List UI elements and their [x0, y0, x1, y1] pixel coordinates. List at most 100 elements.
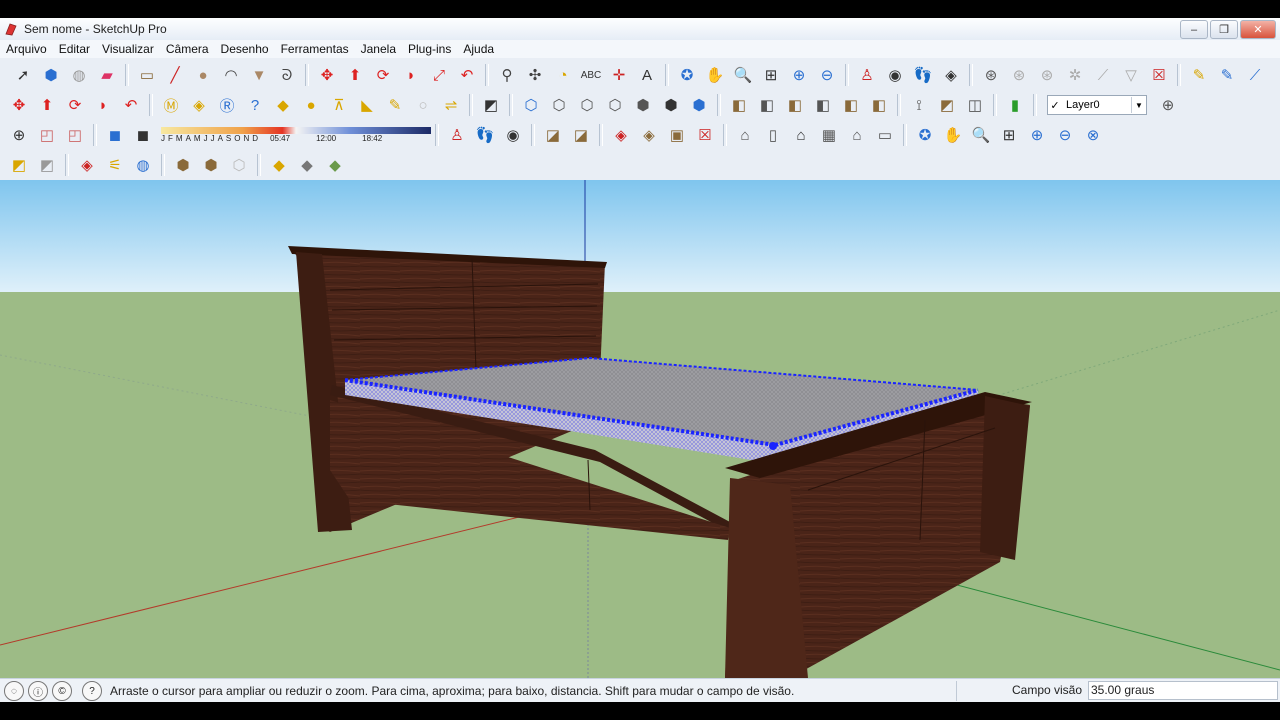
- shadow-settings-icon[interactable]: ◼: [102, 122, 128, 148]
- sandbox-from-scratch-icon[interactable]: ⊛: [1006, 62, 1032, 88]
- house-view-6-icon[interactable]: ▭: [872, 122, 898, 148]
- menu-janela[interactable]: Janela: [355, 42, 402, 56]
- toggle-terrain-icon[interactable]: ⚟: [102, 152, 128, 178]
- top-view-icon[interactable]: ⬡: [546, 92, 572, 118]
- sphere-icon[interactable]: ●: [298, 92, 324, 118]
- solid-intersect-icon[interactable]: ◩: [934, 92, 960, 118]
- compass-icon[interactable]: ⊕: [6, 122, 32, 148]
- components-icon[interactable]: ◈: [186, 92, 212, 118]
- pan-icon-2[interactable]: ✋: [940, 122, 966, 148]
- offset-icon-2[interactable]: ↶: [118, 92, 144, 118]
- tape-measure-icon[interactable]: ⚲: [494, 62, 520, 88]
- section-cut-icon[interactable]: ◪: [540, 122, 566, 148]
- orbit-icon-2[interactable]: ✪: [912, 122, 938, 148]
- zoom-extents-icon[interactable]: ⊕: [786, 62, 812, 88]
- pan-icon[interactable]: ✋: [702, 62, 728, 88]
- back-view-icon[interactable]: ⬢: [630, 92, 656, 118]
- look-around-icon[interactable]: ◉: [882, 62, 908, 88]
- google-earth-icon[interactable]: ◍: [130, 152, 156, 178]
- menu-visualizar[interactable]: Visualizar: [96, 42, 160, 56]
- render-icon[interactable]: Ⓡ: [214, 92, 240, 118]
- xray-style-icon[interactable]: ◧: [866, 92, 892, 118]
- rectangle-icon[interactable]: ▭: [134, 62, 160, 88]
- geo-location-status-icon[interactable]: ◌: [4, 681, 24, 701]
- circle-icon[interactable]: ●: [190, 62, 216, 88]
- walk-footprints-icon[interactable]: 👣: [472, 122, 498, 148]
- move-icon-2[interactable]: ✥: [6, 92, 32, 118]
- materials-icon[interactable]: Ⓜ: [158, 92, 184, 118]
- arc-icon[interactable]: ◠: [218, 62, 244, 88]
- front-view-icon[interactable]: ⬡: [574, 92, 600, 118]
- house-view-2-icon[interactable]: ▯: [760, 122, 786, 148]
- hidden-line-icon[interactable]: ◧: [754, 92, 780, 118]
- solid-union-icon[interactable]: ⟟: [906, 92, 932, 118]
- zoom-window-icon[interactable]: ⊞: [758, 62, 784, 88]
- menu-plugins[interactable]: Plug-ins: [402, 42, 457, 56]
- light-icon[interactable]: ⊼: [326, 92, 352, 118]
- menu-editar[interactable]: Editar: [53, 42, 96, 56]
- share-model-icon[interactable]: ✎: [1214, 62, 1240, 88]
- sandbox-from-contours-icon[interactable]: ⊛: [978, 62, 1004, 88]
- make-component-icon[interactable]: ⬢: [38, 62, 64, 88]
- omni-light-icon[interactable]: ✎: [382, 92, 408, 118]
- layers-panel-icon[interactable]: ⊕: [1155, 92, 1181, 118]
- follow-me-icon[interactable]: ◗: [398, 62, 424, 88]
- warehouse-red-icon[interactable]: ◈: [608, 122, 634, 148]
- paint-bucket-icon[interactable]: ◍: [66, 62, 92, 88]
- line-icon[interactable]: ╱: [162, 62, 188, 88]
- move-icon[interactable]: ✥: [314, 62, 340, 88]
- sun-icon[interactable]: ○: [410, 92, 436, 118]
- sandbox-contours-icon[interactable]: ◩: [6, 152, 32, 178]
- previous-view-icon-2[interactable]: ⊖: [1052, 122, 1078, 148]
- warehouse-x-icon[interactable]: ☒: [692, 122, 718, 148]
- house-view-5-icon[interactable]: ⌂: [844, 122, 870, 148]
- follow-me-icon-2[interactable]: ◗: [90, 92, 116, 118]
- house-view-1-icon[interactable]: ⌂: [732, 122, 758, 148]
- fog-icon[interactable]: ⇌: [438, 92, 464, 118]
- house-view-4-icon[interactable]: ▦: [816, 122, 842, 148]
- add-location-icon[interactable]: ◈: [74, 152, 100, 178]
- sandbox-grid-icon[interactable]: ◩: [34, 152, 60, 178]
- chevron-down-icon[interactable]: ▼: [1131, 97, 1146, 113]
- display-shadows-icon[interactable]: ◼: [130, 122, 156, 148]
- wireframe-icon[interactable]: ◧: [726, 92, 752, 118]
- solid-subtract-icon[interactable]: ◫: [962, 92, 988, 118]
- menu-camera[interactable]: Câmera: [160, 42, 215, 56]
- component-attributes-icon[interactable]: ⬡: [226, 152, 252, 178]
- measurements-input[interactable]: 35.00 graus: [1088, 681, 1278, 700]
- component-options-icon[interactable]: ⬢: [198, 152, 224, 178]
- orbit-icon[interactable]: ✪: [674, 62, 700, 88]
- text-tool-icon[interactable]: ABC: [578, 62, 604, 88]
- geo-location-icon[interactable]: ◰: [34, 122, 60, 148]
- walk-icon[interactable]: 👣: [910, 62, 936, 88]
- shaded-textures-icon[interactable]: ◧: [810, 92, 836, 118]
- select-icon[interactable]: ➚: [10, 62, 36, 88]
- next-view-icon[interactable]: ⊗: [1080, 122, 1106, 148]
- help-icon[interactable]: ?: [82, 681, 102, 701]
- axes-icon[interactable]: ✛: [606, 62, 632, 88]
- 3d-text-icon[interactable]: A: [634, 62, 660, 88]
- push-pull-icon-2[interactable]: ⬆: [34, 92, 60, 118]
- zoom-icon[interactable]: 🔍: [730, 62, 756, 88]
- house-view-3-icon[interactable]: ⌂: [788, 122, 814, 148]
- bottom-view-icon[interactable]: ⬢: [686, 92, 712, 118]
- monochrome-icon[interactable]: ◧: [838, 92, 864, 118]
- x-ray-icon[interactable]: ◩: [478, 92, 504, 118]
- 3d-viewport[interactable]: [0, 180, 1280, 678]
- rotate-icon-2[interactable]: ⟳: [62, 92, 88, 118]
- zoom-window-icon-2[interactable]: ⊞: [996, 122, 1022, 148]
- section-plane-icon[interactable]: ◈: [938, 62, 964, 88]
- close-button[interactable]: ✕: [1240, 20, 1276, 39]
- warehouse-box-icon[interactable]: ◈: [636, 122, 662, 148]
- dynamic-component-icon[interactable]: ⬢: [170, 152, 196, 178]
- extension-warehouse-icon[interactable]: ⟋: [1242, 62, 1268, 88]
- look-around-eye-icon[interactable]: ◉: [500, 122, 526, 148]
- layer-manager-icon[interactable]: ▮: [1002, 92, 1028, 118]
- zoom-extents-icon-2[interactable]: ⊕: [1024, 122, 1050, 148]
- offset-icon[interactable]: ↶: [454, 62, 480, 88]
- menu-desenho[interactable]: Desenho: [215, 42, 275, 56]
- camera-position-icon[interactable]: ♙: [444, 122, 470, 148]
- shadow-slider[interactable]: JF MA MJ JA SO ND 05:47 12:00 18:42: [161, 127, 431, 143]
- get-models-icon[interactable]: ✎: [1186, 62, 1212, 88]
- stamp-icon[interactable]: ✲: [1062, 62, 1088, 88]
